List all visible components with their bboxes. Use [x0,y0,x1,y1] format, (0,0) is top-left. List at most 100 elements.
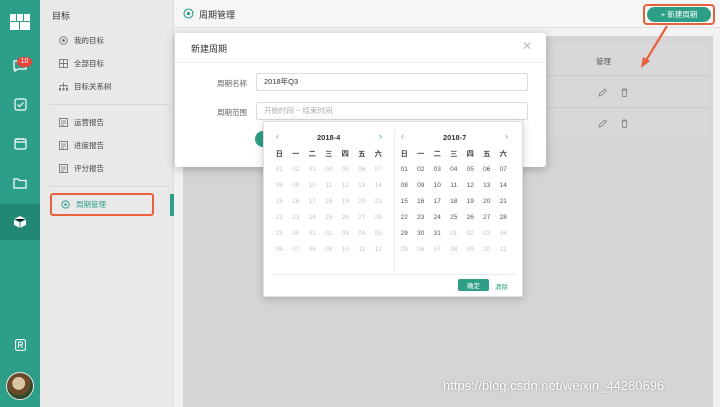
calendar-day[interactable]: 31 [429,226,446,242]
calendar-day[interactable]: 05 [337,162,354,178]
calendar-day[interactable]: 07 [288,242,305,258]
calendar-day[interactable]: 26 [462,210,479,226]
calendar-day[interactable]: 09 [462,242,479,258]
calendar-day[interactable]: 11 [495,242,512,258]
calendar-day[interactable]: 16 [413,194,430,210]
calendar-day[interactable]: 04 [321,162,338,178]
logo-icon[interactable] [10,14,30,30]
clear-link[interactable]: 清除 [495,281,508,291]
calendar-day[interactable]: 23 [288,210,305,226]
calendar-day[interactable]: 06 [413,242,430,258]
calendar-day[interactable]: 27 [354,210,371,226]
calendar-day[interactable]: 20 [479,194,496,210]
calendar-day[interactable]: 26 [337,210,354,226]
calendar-icon[interactable] [12,135,28,151]
calendar-day[interactable]: 11 [321,178,338,194]
calendar-day[interactable]: 25 [321,210,338,226]
calendar-day[interactable]: 13 [354,178,371,194]
calendar-day[interactable]: 18 [446,194,463,210]
prev-month-icon[interactable]: ‹ [276,131,279,141]
sidebar-item-progress-report[interactable]: 进度报告 [58,138,104,152]
calendar-day[interactable]: 22 [271,210,288,226]
calendar-day[interactable]: 10 [479,242,496,258]
sidebar-item-goal-tree[interactable]: 目标关系树 [58,79,112,93]
calendar-day[interactable]: 21 [495,194,512,210]
calendar-day[interactable]: 12 [370,242,387,258]
calendar-day[interactable]: 08 [271,178,288,194]
calendar-day[interactable]: 10 [304,178,321,194]
calendar-day[interactable]: 12 [462,178,479,194]
calendar-day[interactable]: 06 [479,162,496,178]
calendar-day[interactable]: 29 [271,226,288,242]
calendar-day[interactable]: 08 [304,242,321,258]
calendar-day[interactable]: 11 [446,178,463,194]
confirm-button[interactable]: 确定 [458,279,489,291]
next-month-icon[interactable]: › [379,131,382,141]
calendar-day[interactable]: 14 [495,178,512,194]
calendar-day[interactable]: 07 [370,162,387,178]
r-badge-icon[interactable] [12,337,28,353]
calendar-day[interactable]: 14 [370,178,387,194]
prev-month-icon[interactable]: ‹ [401,131,404,141]
trash-icon[interactable] [620,88,629,97]
calendar-day[interactable]: 07 [429,242,446,258]
calendar-day[interactable]: 28 [370,210,387,226]
avatar[interactable] [6,372,34,400]
calendar-day[interactable]: 05 [462,162,479,178]
calendar-day[interactable]: 01 [271,162,288,178]
sidebar-item-score-report[interactable]: 评分报告 [58,161,104,175]
calendar-day[interactable]: 06 [271,242,288,258]
trash-icon[interactable] [620,119,629,128]
calendar-day[interactable]: 23 [413,210,430,226]
calendar-day[interactable]: 01 [304,226,321,242]
calendar-day[interactable]: 18 [321,194,338,210]
calendar-day[interactable]: 03 [429,162,446,178]
calendar-day[interactable]: 02 [413,162,430,178]
calendar-day[interactable]: 15 [271,194,288,210]
calendar-day[interactable]: 02 [462,226,479,242]
calendar-day[interactable]: 05 [396,242,413,258]
next-month-icon[interactable]: › [505,131,508,141]
calendar-day[interactable]: 27 [479,210,496,226]
calendar-day[interactable]: 24 [304,210,321,226]
calendar-day[interactable]: 12 [337,178,354,194]
calendar-day[interactable]: 04 [495,226,512,242]
sidebar-item-all-goals[interactable]: 全部目标 [58,56,104,70]
calendar-day[interactable]: 19 [462,194,479,210]
calendar-day[interactable]: 17 [304,194,321,210]
close-icon[interactable]: ✕ [522,39,532,53]
calendar-day[interactable]: 22 [396,210,413,226]
edit-icon[interactable] [598,88,607,97]
sidebar-item-ops-report[interactable]: 运营报告 [58,115,104,129]
cycle-range-input[interactable]: 开始时间 ~ 结束时间 [256,102,528,120]
calendar-day[interactable]: 08 [446,242,463,258]
calendar-day[interactable]: 09 [321,242,338,258]
calendar-day[interactable]: 20 [354,194,371,210]
calendar-day[interactable]: 05 [370,226,387,242]
check-icon[interactable] [12,96,28,112]
calendar-day[interactable]: 01 [396,162,413,178]
calendar-day[interactable]: 21 [370,194,387,210]
calendar-day[interactable]: 11 [354,242,371,258]
calendar-day[interactable]: 15 [396,194,413,210]
calendar-day[interactable]: 19 [337,194,354,210]
calendar-day[interactable]: 03 [337,226,354,242]
calendar-day[interactable]: 16 [288,194,305,210]
folder-icon[interactable] [12,175,28,191]
cycle-name-input[interactable]: 2018年Q3 [256,73,528,91]
calendar-day[interactable]: 30 [413,226,430,242]
calendar-day[interactable]: 02 [288,162,305,178]
calendar-day[interactable]: 30 [288,226,305,242]
calendar-day[interactable]: 24 [429,210,446,226]
calendar-day[interactable]: 08 [396,178,413,194]
calendar-day[interactable]: 07 [495,162,512,178]
calendar-day[interactable]: 29 [396,226,413,242]
calendar-day[interactable]: 01 [446,226,463,242]
calendar-day[interactable]: 10 [429,178,446,194]
calendar-day[interactable]: 10 [337,242,354,258]
calendar-day[interactable]: 13 [479,178,496,194]
calendar-day[interactable]: 03 [479,226,496,242]
calendar-day[interactable]: 04 [446,162,463,178]
calendar-day[interactable]: 02 [321,226,338,242]
calendar-day[interactable]: 06 [354,162,371,178]
